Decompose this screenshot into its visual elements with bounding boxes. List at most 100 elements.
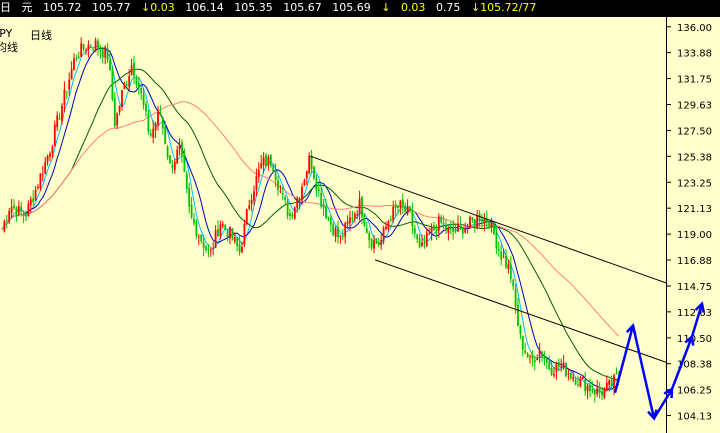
candle-body xyxy=(188,187,191,207)
candle-body xyxy=(245,209,248,225)
candle-body xyxy=(147,113,150,132)
candle-body xyxy=(409,207,411,211)
candle-body xyxy=(541,352,543,358)
channel-lower-line xyxy=(374,259,666,363)
candle-body xyxy=(281,192,284,195)
candle-body xyxy=(553,373,555,376)
range-value: ↓105.72/77 xyxy=(470,1,537,14)
price-chart[interactable] xyxy=(0,17,666,433)
candle-body xyxy=(346,221,349,225)
candle-body xyxy=(32,198,35,203)
open-value: 105.72 xyxy=(43,1,82,14)
candle-body xyxy=(332,224,335,236)
candle-body xyxy=(106,48,109,60)
candle-body xyxy=(380,239,383,246)
candle-body xyxy=(445,225,447,231)
candle-body xyxy=(505,255,507,268)
candle-body xyxy=(121,90,123,107)
y-tick-label: 104.13 xyxy=(677,412,712,423)
y-tick-label: 121.13 xyxy=(677,204,712,215)
candle-body xyxy=(365,228,368,234)
change-arrow-icon: ↓ xyxy=(141,1,151,14)
candle-body xyxy=(133,63,135,77)
candle-body xyxy=(200,234,203,242)
candle-body xyxy=(214,230,217,248)
candle-body xyxy=(212,248,215,250)
candle-body xyxy=(507,264,510,270)
candle-body xyxy=(317,189,320,191)
candle-body xyxy=(351,217,354,220)
candle-body xyxy=(413,228,416,234)
candle-body xyxy=(253,191,255,201)
candle-body xyxy=(433,225,435,231)
candle-body xyxy=(401,199,404,207)
candle-body xyxy=(497,249,500,251)
candle-body xyxy=(178,144,181,150)
quote-bar: 日 元 105.72 105.77 ↓0.03 106.14 105.35 10… xyxy=(0,0,720,16)
y-tick-label: 114.75 xyxy=(677,282,712,293)
candle-body xyxy=(183,154,186,173)
candle-body xyxy=(543,358,546,360)
candle-body xyxy=(157,112,159,126)
candle-body xyxy=(358,198,361,215)
candle-body xyxy=(207,248,210,251)
candle-body xyxy=(481,219,483,222)
candle-body xyxy=(262,157,265,166)
candle-body xyxy=(370,238,373,248)
candle-body xyxy=(437,216,440,231)
candle-body xyxy=(231,228,234,240)
candle-body xyxy=(389,219,392,221)
candle-body xyxy=(116,113,119,126)
period-label: 日 xyxy=(0,1,11,14)
candle-body xyxy=(29,199,32,206)
candle-body xyxy=(605,382,608,391)
candle-body xyxy=(190,204,193,218)
candle-body xyxy=(341,235,344,237)
candle-body xyxy=(44,161,47,174)
high-value: 106.14 xyxy=(185,1,224,14)
candle-body xyxy=(567,373,570,375)
candle-body xyxy=(334,228,337,237)
candle-body xyxy=(293,207,296,219)
candle-body xyxy=(171,164,174,169)
candle-body xyxy=(3,221,6,232)
candle-body xyxy=(560,366,563,368)
ma-line-3 xyxy=(1,101,620,337)
candle-body xyxy=(329,217,332,225)
candle-body xyxy=(185,173,188,190)
candle-body xyxy=(8,211,11,222)
candle-body xyxy=(574,379,577,385)
candle-body xyxy=(569,373,572,378)
candle-body xyxy=(591,389,594,392)
candle-body xyxy=(517,304,519,326)
candle-body xyxy=(454,230,457,232)
candle-body xyxy=(538,350,541,357)
candle-body xyxy=(531,354,534,359)
candle-body xyxy=(601,391,603,396)
candle-body xyxy=(260,163,263,169)
candle-body xyxy=(109,59,111,70)
candle-body xyxy=(598,386,601,393)
candle-body xyxy=(286,201,289,216)
candle-body xyxy=(13,205,15,208)
candle-body xyxy=(10,206,13,213)
candle-body xyxy=(361,196,363,218)
candle-body xyxy=(493,222,495,234)
change-value: ↓0.03 xyxy=(141,1,175,14)
candle-body xyxy=(152,128,155,138)
candle-body xyxy=(164,126,167,145)
candle-body xyxy=(442,222,445,225)
candle-body xyxy=(406,206,409,214)
chart-area[interactable]: JPY 日线 均线 xyxy=(0,17,666,433)
candle-body xyxy=(461,226,464,234)
candle-body xyxy=(298,198,301,201)
candle-body xyxy=(545,358,548,363)
currency-label: 元 xyxy=(21,1,33,14)
candle-body xyxy=(265,155,267,167)
candle-body xyxy=(250,199,253,204)
candle-body xyxy=(521,335,524,350)
candle-body xyxy=(22,213,25,217)
candle-body xyxy=(257,169,260,177)
candle-body xyxy=(613,375,615,389)
candle-body xyxy=(224,225,227,230)
